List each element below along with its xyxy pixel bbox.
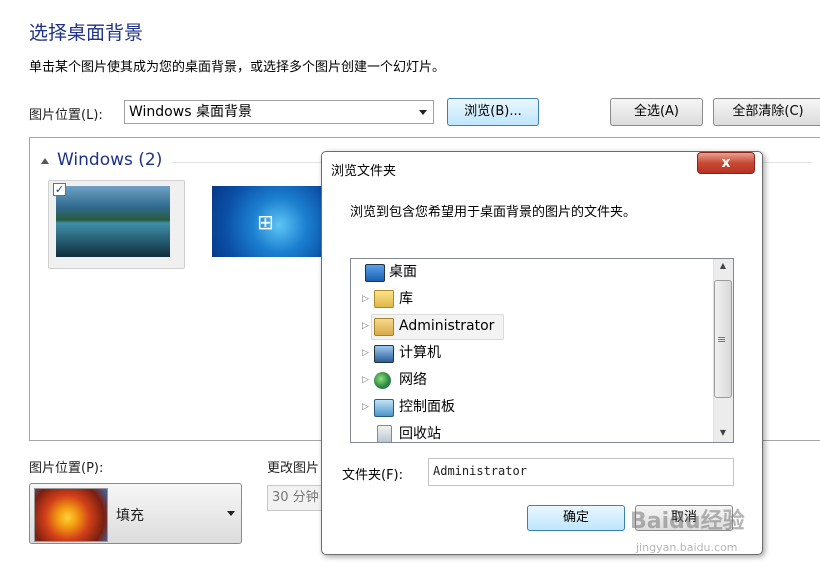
- folder-input[interactable]: Administrator: [428, 458, 734, 486]
- expand-arrow-icon[interactable]: ▷: [362, 294, 369, 304]
- grip-icon: ≡: [717, 333, 727, 346]
- dialog-title: 浏览文件夹: [331, 164, 397, 179]
- expand-arrow-icon[interactable]: ▷: [362, 321, 369, 331]
- dialog-description: 浏览到包含您希望用于桌面背景的图片的文件夹。: [350, 205, 637, 220]
- watermark-url: jingyan.baidu.com: [636, 541, 738, 554]
- expand-arrow-icon[interactable]: ▷: [362, 348, 369, 358]
- recycle-bin-icon: [377, 425, 392, 443]
- user-folder-icon: [374, 318, 394, 336]
- windows-logo-icon: ⊞: [257, 210, 274, 234]
- computer-icon: [374, 345, 394, 363]
- picture-location-value: Windows 桌面背景: [129, 104, 252, 120]
- library-icon: [374, 290, 394, 308]
- tree-item-recycle-bin[interactable]: 回收站: [399, 422, 441, 446]
- tree-item-control-panel[interactable]: 控制面板: [399, 395, 455, 419]
- browse-button[interactable]: 浏览(B)...: [447, 98, 539, 126]
- chevron-down-icon: [227, 511, 235, 516]
- scroll-down-arrow-icon[interactable]: ▼: [713, 428, 733, 437]
- watermark-logo: Baidu经验: [630, 509, 745, 534]
- picture-position-value: 填充: [116, 508, 144, 524]
- collapse-triangle-icon[interactable]: [41, 158, 49, 164]
- control-panel-icon: [374, 399, 394, 417]
- position-preview-image: [34, 488, 108, 542]
- expand-arrow-icon[interactable]: ▷: [362, 375, 369, 385]
- folder-label: 文件夹(F):: [342, 468, 404, 483]
- chevron-down-icon: [419, 110, 427, 115]
- tree-item-library[interactable]: 库: [399, 287, 413, 311]
- expand-arrow-icon[interactable]: ▷: [362, 402, 369, 412]
- tree-item-network[interactable]: 网络: [399, 368, 427, 392]
- clear-all-button[interactable]: 全部清除(C): [713, 98, 820, 126]
- change-picture-label: 更改图片: [267, 461, 320, 476]
- page-title: 选择桌面背景: [29, 22, 144, 44]
- thumbnail-checkbox[interactable]: ✓: [53, 183, 66, 196]
- group-header-windows[interactable]: Windows (2): [57, 150, 162, 170]
- select-all-button[interactable]: 全选(A): [610, 98, 703, 126]
- page-subtitle: 单击某个图片使其成为您的桌面背景，或选择多个图片创建一个幻灯片。: [29, 60, 446, 75]
- picture-position-label: 图片位置(P):: [29, 461, 104, 476]
- desktop-icon: [365, 264, 385, 282]
- tree-item-computer[interactable]: 计算机: [399, 341, 441, 365]
- tree-item-desktop[interactable]: 桌面: [389, 260, 417, 284]
- ok-button[interactable]: 确定: [527, 505, 625, 531]
- dialog-close-button[interactable]: x: [697, 152, 755, 174]
- network-icon: [374, 372, 391, 389]
- picture-location-dropdown[interactable]: Windows 桌面背景: [124, 100, 434, 124]
- wallpaper-thumbnail-landscape[interactable]: [56, 186, 170, 257]
- picture-location-label: 图片位置(L):: [29, 108, 103, 123]
- tree-item-administrator[interactable]: Administrator: [399, 314, 494, 338]
- scroll-up-arrow-icon[interactable]: ▲: [713, 261, 733, 270]
